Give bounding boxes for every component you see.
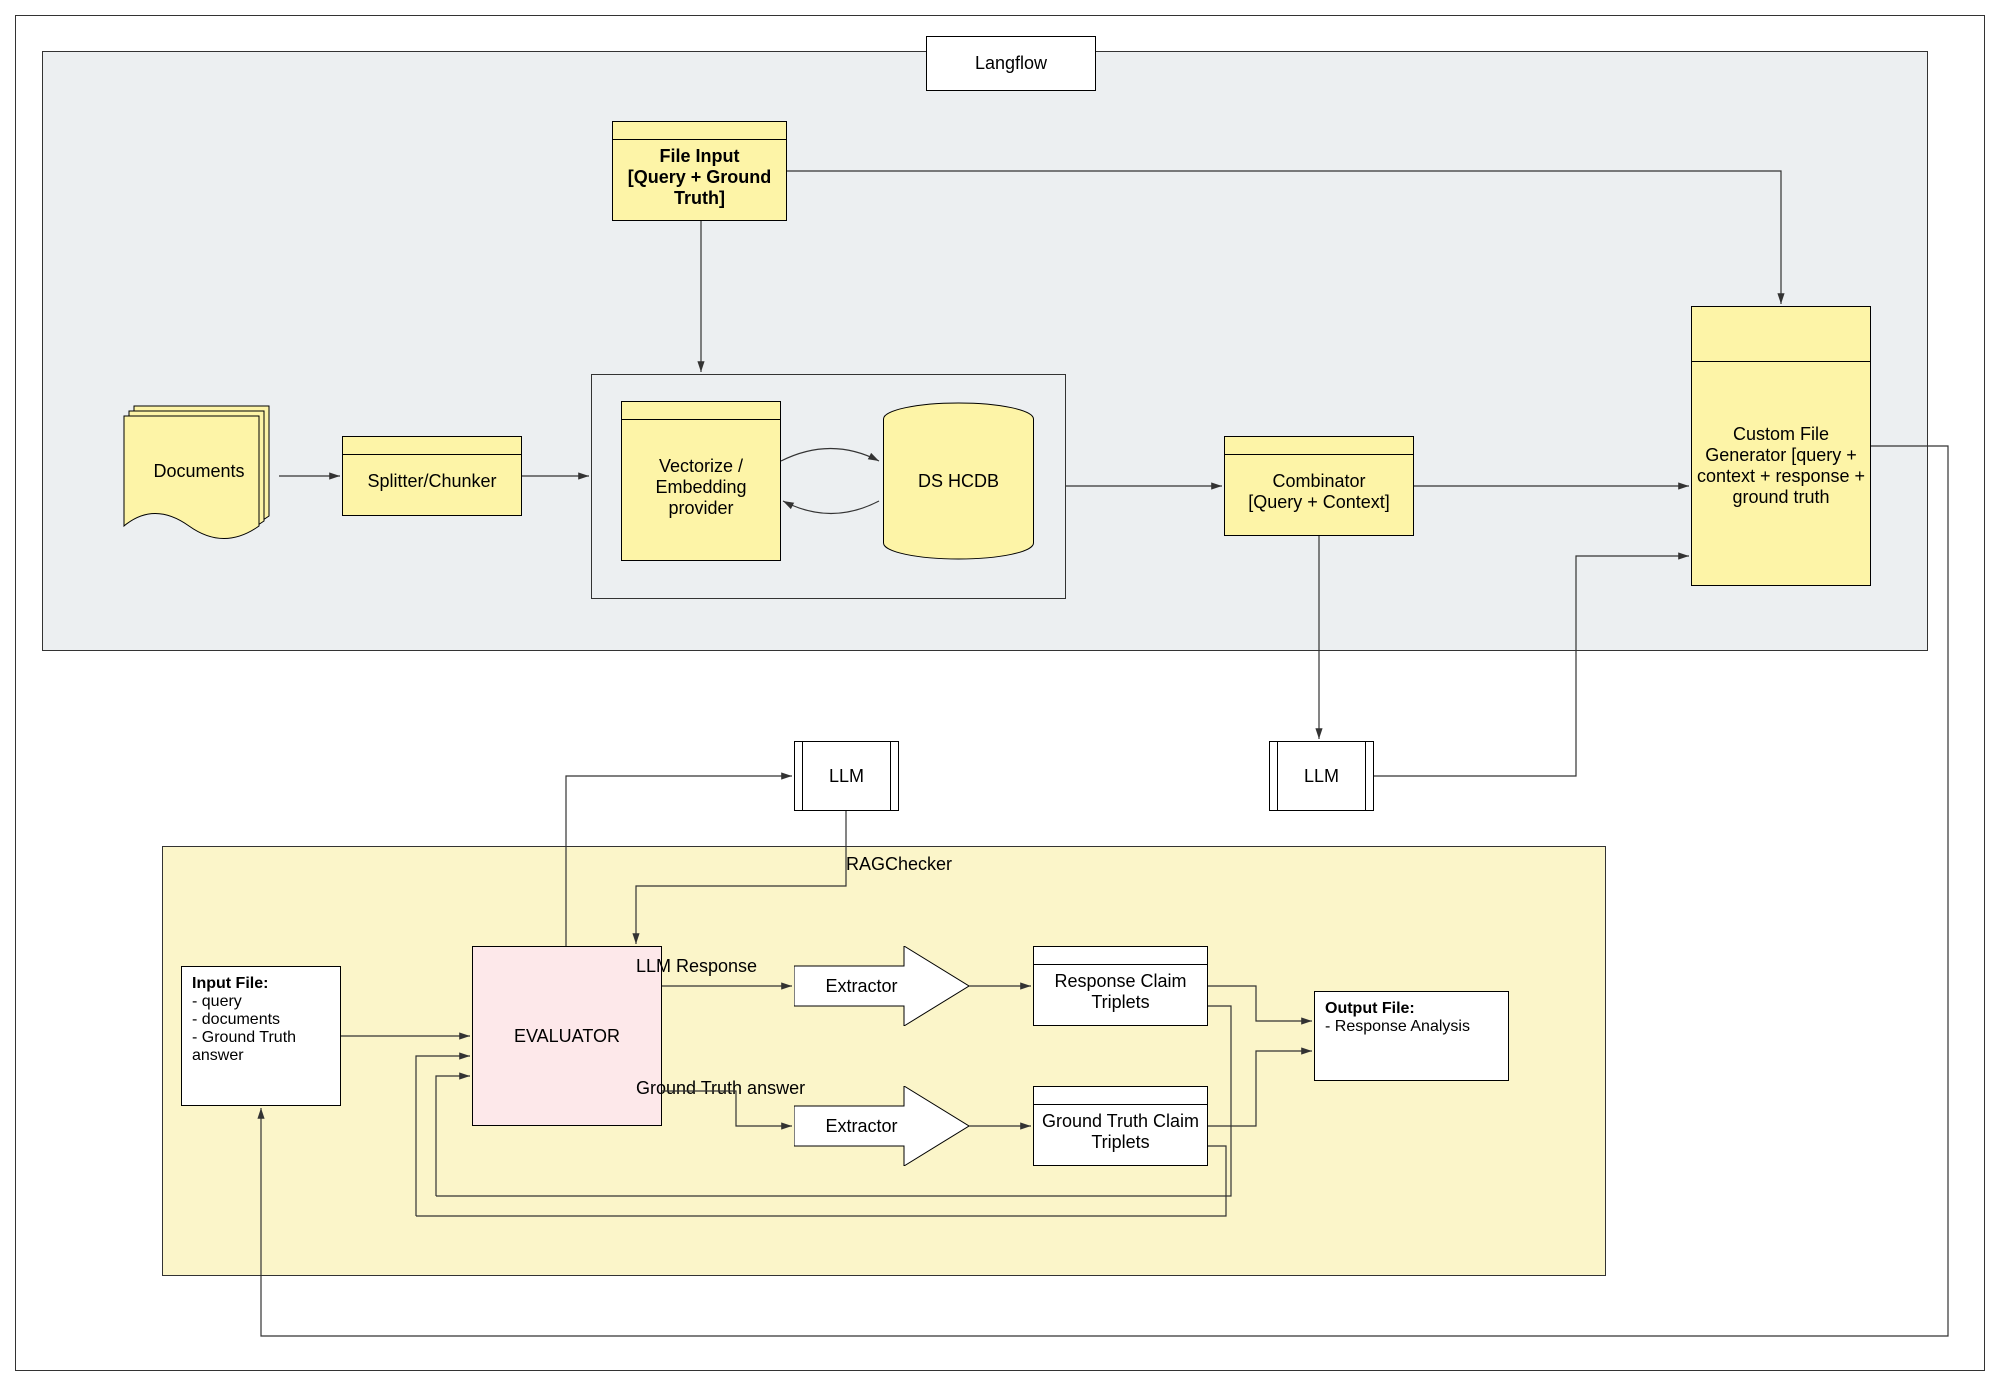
output-file-node: Output File: - Response Analysis (1314, 991, 1509, 1081)
evaluator-node: EVALUATOR (472, 946, 662, 1126)
output-file-title: Output File: (1325, 1000, 1415, 1018)
documents-label: Documents (153, 461, 244, 482)
file-input-node: File Input [Query + Ground Truth] (612, 121, 787, 221)
file-input-label: File Input [Query + Ground Truth] (617, 146, 782, 209)
llm2-label: LLM (1304, 766, 1339, 787)
dshcdb-label: DS HCDB (918, 471, 999, 492)
llm-node-2: LLM (1269, 741, 1374, 811)
extractor2-label: Extractor (825, 1116, 897, 1137)
extractor1-label: Extractor (825, 976, 897, 997)
vectorize-node: Vectorize / Embedding provider (621, 401, 781, 561)
splitter-node: Splitter/Chunker (342, 436, 522, 516)
gt-answer-edge-label: Ground Truth answer (636, 1056, 805, 1099)
llm-response-edge-label: LLM Response (636, 956, 757, 977)
gt-triplets-node: Ground Truth Claim Triplets (1033, 1086, 1208, 1166)
output-file-body: - Response Analysis (1325, 1018, 1470, 1036)
splitter-label: Splitter/Chunker (367, 471, 496, 492)
input-file-title: Input File: (192, 975, 268, 993)
documents-node: Documents (124, 406, 279, 541)
combinator-node: Combinator [Query + Context] (1224, 436, 1414, 536)
dshcdb-node: DS HCDB (881, 401, 1036, 561)
combinator-label: Combinator [Query + Context] (1248, 471, 1390, 513)
input-file-body: - query - documents - Ground Truth answe… (192, 993, 330, 1065)
langflow-label: Langflow (926, 36, 1096, 91)
evaluator-label: EVALUATOR (514, 1026, 620, 1047)
langflow-label-text: Langflow (975, 53, 1047, 74)
custom-file-gen-node: Custom File Generator [query + context +… (1691, 306, 1871, 586)
custom-file-gen-label: Custom File Generator [query + context +… (1696, 424, 1866, 508)
gt-triplets-label: Ground Truth Claim Triplets (1038, 1111, 1203, 1153)
response-triplets-label: Response Claim Triplets (1038, 971, 1203, 1013)
llm-node-1: LLM (794, 741, 899, 811)
extractor-node-1: Extractor (794, 946, 969, 1026)
vectorize-label: Vectorize / Embedding provider (626, 456, 776, 519)
extractor-node-2: Extractor (794, 1086, 969, 1166)
input-file-node: Input File: - query - documents - Ground… (181, 966, 341, 1106)
ragchecker-label: RAGChecker (846, 854, 952, 875)
llm1-label: LLM (829, 766, 864, 787)
response-triplets-node: Response Claim Triplets (1033, 946, 1208, 1026)
diagram-canvas: Langflow Documents Splitter/Chunker File… (15, 15, 1985, 1371)
